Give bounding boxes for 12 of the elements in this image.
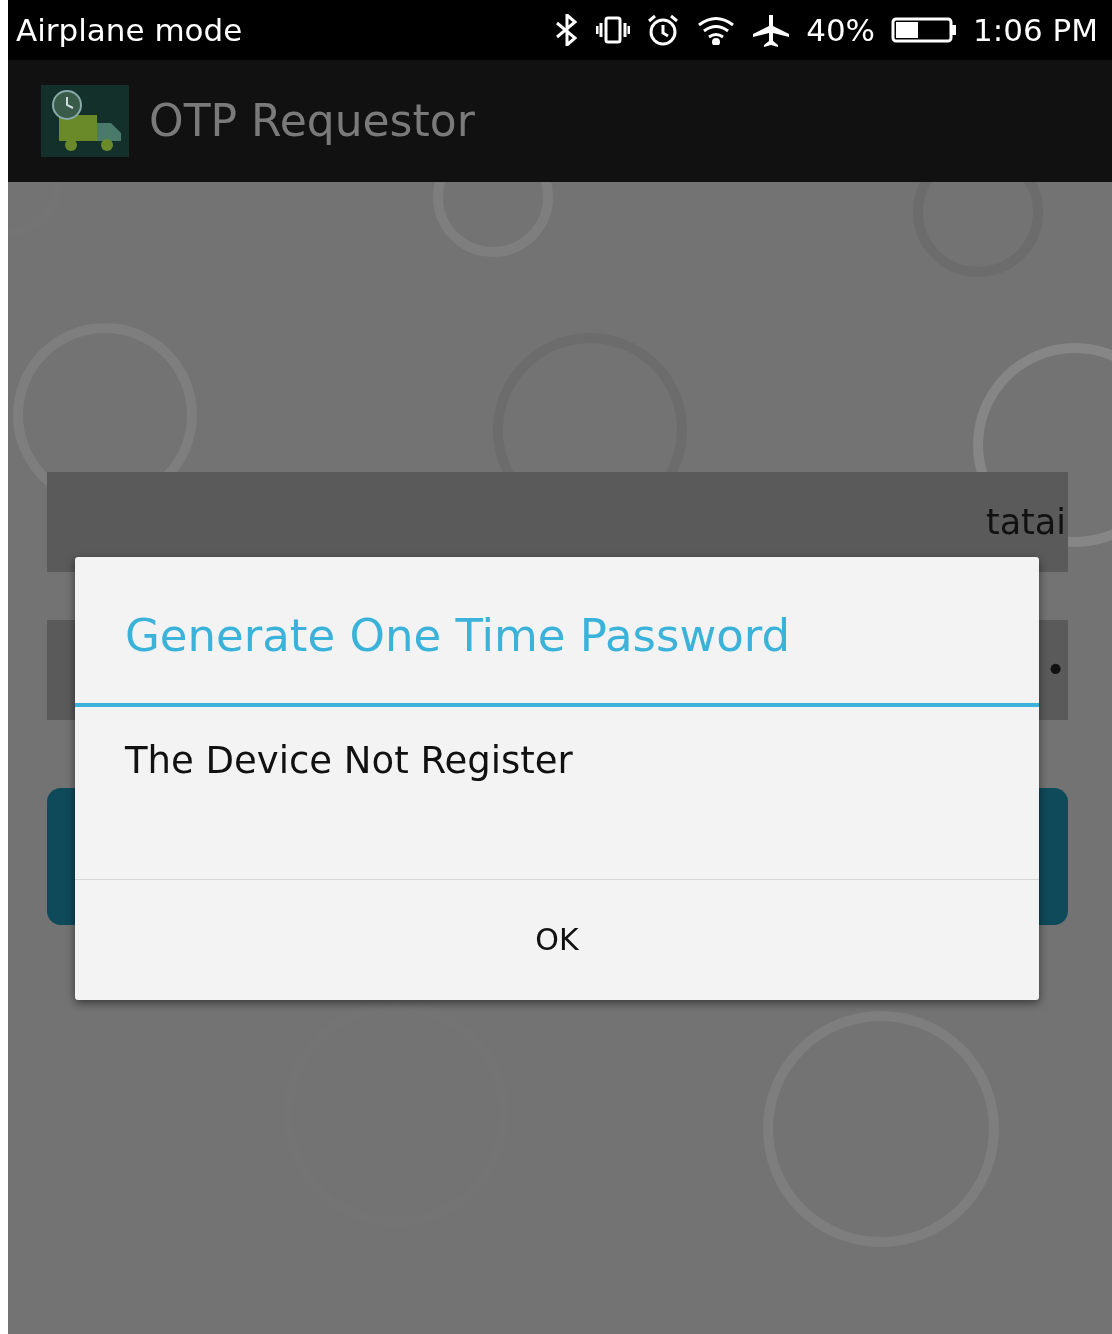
battery-percent: 40% [806,10,876,50]
battery-icon [891,16,958,44]
status-text: Airplane mode [16,10,243,50]
truck-clock-icon [41,85,129,157]
dialog-title: Generate One Time Password [75,557,1039,707]
vibrate-icon [596,15,631,45]
status-time: 1:06 PM [973,10,1098,50]
alarm-icon [646,13,681,47]
app-title: OTP Requestor [149,94,475,148]
airplane-icon [752,13,791,47]
dialog-message: The Device Not Register [75,707,1039,880]
ok-button[interactable]: OK [75,879,1039,1000]
